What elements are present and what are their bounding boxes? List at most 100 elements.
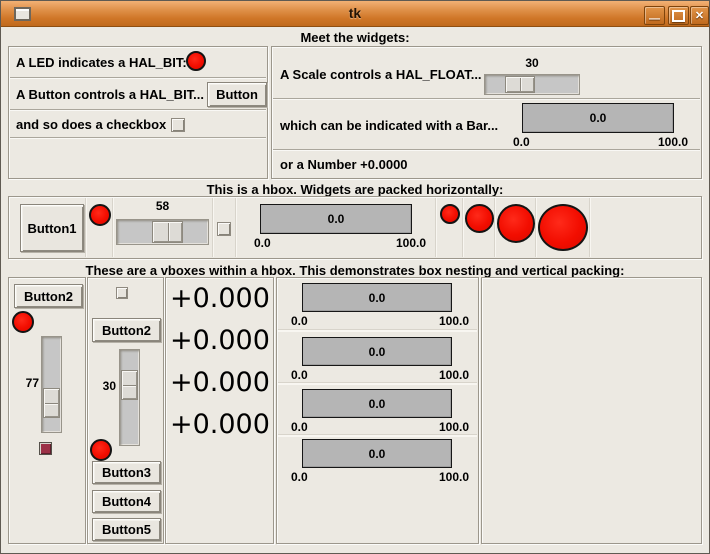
vbox-header: These are a vboxes within a hbox. This d… [85, 263, 625, 278]
bar-max-label: 100.0 [438, 420, 469, 434]
divider [112, 198, 114, 257]
hbox-scale-trough[interactable] [116, 219, 209, 245]
maximize-icon [672, 9, 685, 22]
led-icon [497, 204, 535, 243]
vbox-col2: Button2 30 Button3 Button4 Button5 [87, 277, 164, 544]
bar-max-label: 100.0 [438, 314, 469, 328]
meet-left-panel: A LED indicates a HAL_BIT: A Button cont… [8, 46, 268, 179]
bar-min-label: 0.0 [291, 420, 308, 434]
bar-indicator: 0.0 [302, 389, 452, 418]
hbox-header: This is a hbox. Widgets are packed horiz… [206, 182, 504, 197]
button5[interactable]: Button5 [92, 518, 161, 541]
vbox-col1: Button2 77 [8, 277, 86, 544]
bar-min-label: 0.0 [291, 470, 308, 484]
button3[interactable]: Button3 [92, 461, 161, 484]
bar-max-label: 100.0 [395, 236, 426, 250]
number-display: +0.000 [170, 325, 270, 356]
led-icon [90, 439, 112, 461]
number-display: +0.000 [170, 409, 270, 440]
minimize-button[interactable]: — [644, 6, 665, 25]
bar-row-label: which can be indicated with a Bar... [280, 118, 499, 133]
meet-widgets-header: Meet the widgets: [300, 30, 410, 45]
bar-max-label: 100.0 [438, 368, 469, 382]
bar-scale-labels: 0.0 100.0 [291, 420, 469, 434]
button-row: A Button controls a HAL_BIT... Button [10, 79, 267, 110]
bar-max-label: 100.0 [657, 135, 688, 149]
button2[interactable]: Button2 [14, 284, 83, 308]
divider [278, 382, 477, 385]
divider [278, 434, 477, 437]
tk-window: tk — ✕ Meet the widgets: A LED indicates… [0, 0, 710, 554]
divider [278, 329, 477, 332]
divider [535, 198, 537, 257]
led-icon [12, 311, 34, 333]
bar-min-label: 0.0 [254, 236, 271, 250]
col1-checkbox-checked[interactable] [39, 442, 52, 455]
hbox-scale-handle[interactable] [152, 221, 183, 243]
vscale2-handle[interactable] [121, 370, 138, 400]
divider [235, 198, 237, 257]
bar-max-label: 100.0 [438, 470, 469, 484]
col2-checkbox[interactable] [116, 287, 128, 299]
bar-scale-labels: 0.0 100.0 [291, 314, 469, 328]
hal-bit-button[interactable]: Button [207, 82, 267, 107]
hbox-checkbox[interactable] [217, 222, 231, 236]
led-icon [89, 204, 111, 226]
bar-indicator: 0.0 [302, 337, 452, 366]
divider [494, 198, 496, 257]
bar-scale-labels: 0.0 100.0 [513, 135, 688, 149]
vscale1-trough[interactable] [41, 336, 62, 433]
led-icon [465, 204, 494, 233]
bar-indicator: 0.0 [302, 283, 452, 312]
vscale1-value: 77 [25, 376, 39, 390]
vbox-col3-numbers: +0.000 +0.000 +0.000 +0.000 [165, 277, 274, 544]
bar-row: which can be indicated with a Bar... 0.0… [273, 100, 700, 150]
number-row-label: or a Number +0.0000 [280, 157, 408, 172]
divider [589, 198, 591, 257]
close-button[interactable]: ✕ [690, 6, 709, 25]
hbox-scale-value: 58 [155, 199, 170, 213]
button4[interactable]: Button4 [92, 490, 161, 513]
bar-scale-labels: 0.0 100.0 [291, 368, 469, 382]
number-display: +0.000 [170, 283, 270, 314]
led-icon [538, 204, 588, 251]
title-bar[interactable]: tk — ✕ [1, 1, 709, 27]
float-scale-trough[interactable] [484, 74, 580, 95]
maximize-button[interactable] [668, 6, 689, 25]
scale-row-label: A Scale controls a HAL_FLOAT... [280, 67, 482, 82]
divider [212, 198, 214, 257]
led-row-label: A LED indicates a HAL_BIT: [16, 55, 187, 70]
hbox-panel: Button1 58 0.0 0.0 100.0 [8, 196, 702, 259]
bar-scale-labels: 0.0 100.0 [254, 236, 426, 250]
checkbox-row-label: and so does a checkbox [16, 117, 167, 132]
bar-min-label: 0.0 [291, 368, 308, 382]
divider [435, 198, 437, 257]
bar-scale-labels: 0.0 100.0 [291, 470, 469, 484]
bar-indicator: 0.0 [522, 103, 674, 133]
number-display: +0.000 [170, 367, 270, 398]
meet-right-panel: A Scale controls a HAL_FLOAT... 30 which… [271, 46, 702, 179]
led-icon [186, 51, 206, 71]
button1[interactable]: Button1 [20, 204, 84, 252]
close-icon: ✕ [694, 10, 705, 22]
minimize-icon: — [649, 13, 660, 25]
divider [85, 198, 87, 257]
float-scale-handle[interactable] [505, 76, 535, 93]
scale-row: A Scale controls a HAL_FLOAT... 30 [273, 47, 700, 99]
button2-col2[interactable]: Button2 [92, 318, 161, 342]
checkbox-row: and so does a checkbox [10, 111, 266, 138]
vscale2-value: 30 [102, 379, 116, 393]
vscale2-trough[interactable] [119, 349, 140, 446]
hal-bit-checkbox[interactable] [171, 118, 185, 132]
led-row: A LED indicates a HAL_BIT: [10, 47, 266, 78]
vbox-col4-bars: 0.0 0.0 100.0 0.0 0.0 100.0 0.0 0.0 100.… [276, 277, 479, 544]
button-row-label: A Button controls a HAL_BIT... [16, 87, 205, 102]
scale-value: 30 [525, 56, 539, 70]
bar-min-label: 0.0 [513, 135, 530, 149]
led-icon [440, 204, 460, 224]
divider [462, 198, 464, 257]
bar-indicator: 0.0 [302, 439, 452, 468]
bar-indicator: 0.0 [260, 204, 412, 234]
vscale1-handle[interactable] [43, 388, 60, 418]
window-title: tk [348, 5, 362, 21]
